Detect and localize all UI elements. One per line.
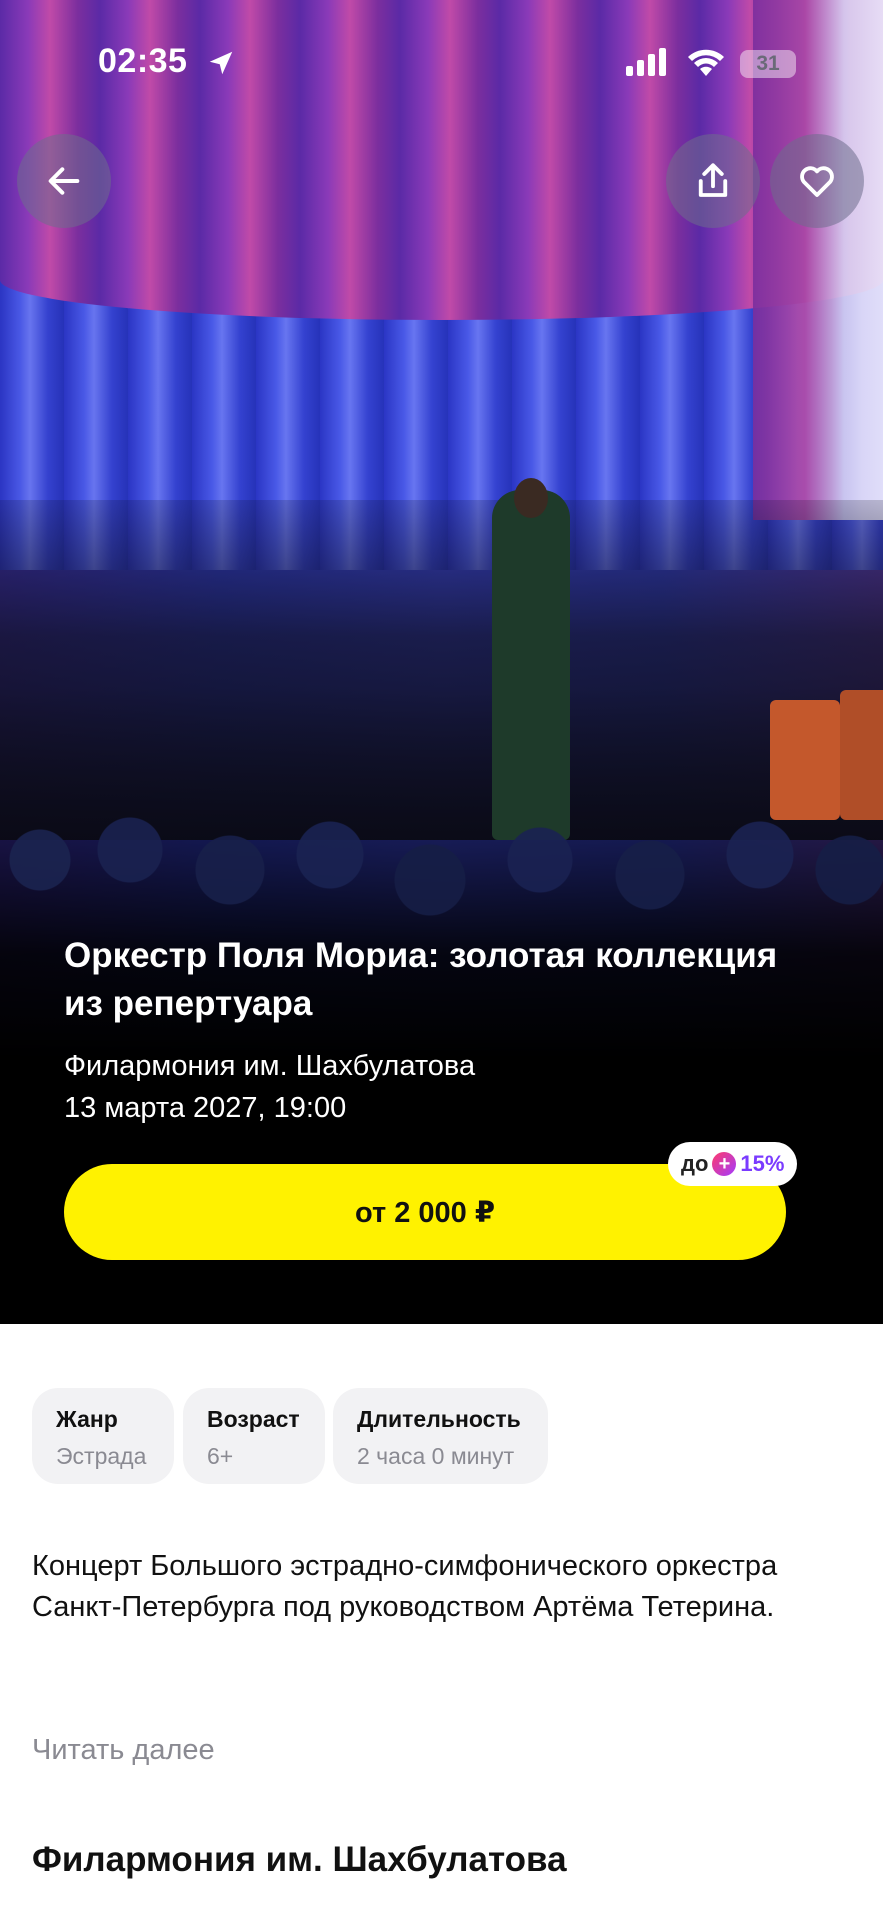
chip-value: 2 часа 0 минут	[357, 1443, 515, 1469]
battery-icon: 31	[740, 50, 796, 78]
read-more-link[interactable]: Читать далее	[32, 1734, 215, 1767]
hero-image-stage	[0, 500, 883, 840]
chip-label: Длительность	[357, 1406, 521, 1432]
chip-value: Эстрада	[56, 1443, 147, 1469]
share-icon	[698, 163, 728, 197]
plus-points-icon: +	[712, 1152, 737, 1176]
back-button[interactable]	[17, 134, 111, 228]
age-chip: Возраст 6+	[183, 1388, 325, 1484]
status-time: 02:35	[98, 42, 188, 80]
hero-image-conductor-head	[514, 478, 548, 518]
favorite-button[interactable]	[770, 134, 864, 228]
hero-image-conductor	[492, 490, 570, 840]
event-description: Концерт Большого эстрадно-симфонического…	[32, 1550, 778, 1623]
signal-icon	[626, 48, 666, 76]
chip-label: Жанр	[56, 1406, 118, 1432]
venue-section-title: Филармония им. Шахбулатова	[32, 1840, 567, 1879]
wifi-icon	[688, 49, 724, 76]
event-title: Оркестр Поля Мориа: золотая коллекция из…	[64, 936, 778, 1023]
arrow-left-icon	[48, 167, 80, 195]
chip-value: 6+	[207, 1443, 234, 1469]
genre-chip: Жанр Эстрада	[32, 1388, 174, 1484]
event-date: 13 марта 2027, 19:00	[64, 1092, 347, 1124]
heart-icon	[800, 166, 834, 197]
cashback-badge: до + 15%	[668, 1142, 798, 1186]
cashback-prefix: до	[681, 1151, 709, 1176]
duration-chip: Длительность 2 часа 0 минут	[333, 1388, 548, 1484]
event-venue[interactable]: Филармония им. Шахбулатова	[64, 1050, 475, 1083]
cashback-percent: 15%	[740, 1151, 785, 1176]
chip-label: Возраст	[207, 1406, 300, 1432]
hero-image-side-curtain	[753, 0, 883, 520]
location-arrow-icon	[209, 51, 233, 75]
share-button[interactable]	[666, 134, 760, 228]
